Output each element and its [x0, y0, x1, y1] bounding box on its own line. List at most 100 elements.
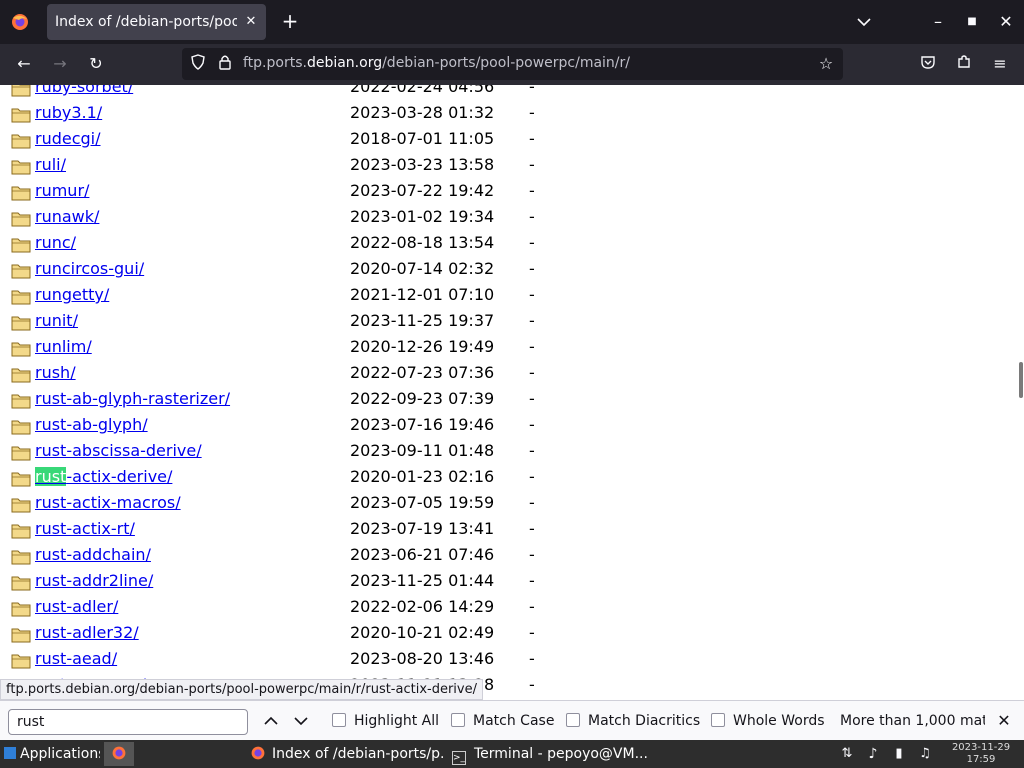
arrow-down-icon[interactable] [291, 711, 311, 731]
url-bar[interactable]: ftp.ports.debian.org/debian-ports/pool-p… [182, 48, 843, 80]
url-text[interactable]: ftp.ports.debian.org/debian-ports/pool-p… [243, 55, 630, 71]
forward-icon[interactable]: → [50, 54, 70, 74]
modified-date: 2023-11-25 19:37 [350, 311, 495, 330]
folder-icon [11, 601, 31, 617]
checkbox-box[interactable] [451, 713, 465, 727]
taskbar-window-browser[interactable]: Index of /debian-ports/p... [250, 742, 446, 766]
extensions-icon[interactable] [954, 54, 974, 75]
modified-date: 2023-03-28 01:32 [350, 103, 495, 122]
list-tabs-icon[interactable] [854, 12, 874, 32]
bookmark-star-icon[interactable]: ☆ [816, 54, 836, 74]
directory-link[interactable]: rust-ab-glyph-rasterizer/ [35, 389, 230, 408]
taskbar-firefox-launcher[interactable] [104, 742, 134, 766]
file-size: - [529, 259, 535, 278]
directory-link[interactable]: ruli/ [35, 155, 66, 174]
arrow-up-icon[interactable] [261, 711, 281, 731]
list-item: rust-ab-glyph/2023-07-16 19:46 - [0, 412, 1000, 438]
match-diacritics-checkbox[interactable]: Match Diacritics [566, 713, 700, 729]
minimize-icon[interactable]: – [928, 12, 948, 32]
list-item: rust-addr2line/2023-11-25 01:44 - [0, 568, 1000, 594]
directory-link[interactable]: runlim/ [35, 337, 92, 356]
checkbox-box[interactable] [332, 713, 346, 727]
firefox-icon [112, 746, 126, 760]
modified-date: 2022-02-06 14:29 [350, 597, 495, 616]
checkbox-box[interactable] [711, 713, 725, 727]
file-size: - [529, 441, 535, 460]
applications-menu[interactable]: Applications [2, 742, 100, 766]
directory-link[interactable]: rust-adler32/ [35, 623, 139, 642]
close-icon[interactable]: ✕ [996, 12, 1016, 32]
highlight-all-checkbox[interactable]: Highlight All [332, 713, 439, 729]
match-case-checkbox[interactable]: Match Case [451, 713, 554, 729]
modified-date: 2020-07-14 02:32 [350, 259, 495, 278]
directory-link[interactable]: rumur/ [35, 181, 89, 200]
directory-link[interactable]: ruby3.1/ [35, 103, 102, 122]
folder-icon [11, 185, 31, 201]
pocket-icon[interactable] [918, 54, 938, 75]
list-item: rust-ab-glyph-rasterizer/2022-09-23 07:3… [0, 386, 1000, 412]
scrollbar-thumb[interactable] [1019, 362, 1023, 398]
list-item: rungetty/2021-12-01 07:10 - [0, 282, 1000, 308]
tab-active[interactable]: Index of /debian-ports/pool- ✕ [47, 4, 266, 40]
volume-icon[interactable]: ♪ [864, 744, 882, 764]
directory-link[interactable]: rust-adler/ [35, 597, 118, 616]
directory-link[interactable]: rust-aead/ [35, 649, 117, 668]
file-size: - [529, 155, 535, 174]
directory-link[interactable]: rust-ab-glyph/ [35, 415, 148, 434]
directory-listing: ruby-sorbet/2022-02-24 04:56 - ruby3.1/202… [0, 85, 1024, 700]
directory-link[interactable]: rust-actix-rt/ [35, 519, 135, 538]
match-diacritics-label: Match Diacritics [588, 713, 701, 729]
new-tab-icon[interactable]: + [280, 11, 300, 31]
directory-link[interactable]: runcircos-gui/ [35, 259, 144, 278]
directory-link[interactable]: rust-addr2line/ [35, 571, 153, 590]
list-item: rust-aead/2023-08-20 13:46 - [0, 646, 1000, 672]
close-find-bar-icon[interactable]: ✕ [994, 711, 1014, 731]
firefox-icon[interactable] [10, 12, 30, 32]
network-icon[interactable]: ⇅ [838, 744, 856, 764]
directory-link[interactable]: runit/ [35, 311, 78, 330]
screen: Index of /debian-ports/pool- ✕ + – ■ ✕ ←… [0, 0, 1024, 768]
directory-link[interactable]: runc/ [35, 233, 76, 252]
bell-icon[interactable]: ♫ [916, 744, 934, 764]
directory-link[interactable]: runawk/ [35, 207, 99, 226]
back-icon[interactable]: ← [14, 54, 34, 74]
directory-link[interactable]: rust-abscissa-derive/ [35, 441, 202, 460]
menu-icon[interactable]: ≡ [990, 54, 1010, 74]
directory-link[interactable]: rush/ [35, 363, 76, 382]
clock[interactable]: 2023-11-29 17:59 [946, 742, 1016, 766]
folder-icon [11, 107, 31, 123]
modified-date: 2018-07-01 11:05 [350, 129, 495, 148]
browser-titlebar: Index of /debian-ports/pool- ✕ + – ■ ✕ [0, 0, 1024, 44]
maximize-icon[interactable]: ■ [962, 12, 982, 32]
whole-words-checkbox[interactable]: Whole Words [711, 713, 825, 729]
modified-date: 2023-01-02 19:34 [350, 207, 495, 226]
battery-icon[interactable]: ▮ [890, 744, 908, 764]
modified-date: 2023-07-05 19:59 [350, 493, 495, 512]
modified-date: 2023-09-11 01:48 [350, 441, 495, 460]
checkbox-box[interactable] [566, 713, 580, 727]
folder-icon [11, 653, 31, 669]
list-item: rust-actix-macros/2023-07-05 19:59 - [0, 490, 1000, 516]
reload-icon[interactable]: ↻ [86, 54, 106, 74]
modified-date: 2022-08-18 13:54 [350, 233, 495, 252]
folder-icon [11, 315, 31, 331]
folder-icon [11, 393, 31, 409]
modified-date: 2022-09-23 07:39 [350, 389, 495, 408]
find-input[interactable]: rust [8, 709, 248, 735]
directory-link[interactable]: ruby-sorbet/ [35, 85, 133, 96]
directory-link[interactable]: rust-actix-derive/ [35, 467, 172, 486]
shield-icon[interactable] [188, 54, 208, 75]
folder-icon [11, 237, 31, 253]
directory-link[interactable]: rust-actix-macros/ [35, 493, 181, 512]
close-tab-icon[interactable]: ✕ [242, 13, 260, 31]
lock-icon[interactable] [215, 54, 235, 75]
list-item: runc/2022-08-18 13:54 - [0, 230, 1000, 256]
folder-icon [11, 627, 31, 643]
directory-link[interactable]: rudecgi/ [35, 129, 101, 148]
modified-date: 2023-06-21 07:46 [350, 545, 495, 564]
directory-link[interactable]: rungetty/ [35, 285, 109, 304]
taskbar-window-terminal[interactable]: >_ Terminal - pepoyo@VM... [452, 742, 648, 766]
directory-link[interactable]: rust-addchain/ [35, 545, 151, 564]
clock-time: 17:59 [966, 754, 996, 765]
modified-date: 2022-02-24 04:56 [350, 85, 495, 96]
